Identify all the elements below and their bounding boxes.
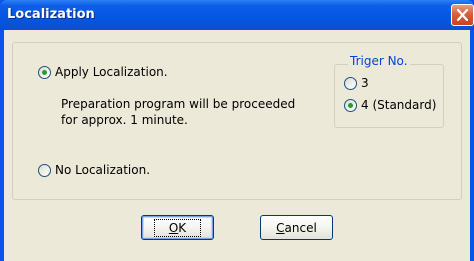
radio-button-icon	[38, 163, 51, 177]
ok-label: K	[178, 220, 187, 235]
trigger-option-label: 3	[361, 76, 369, 90]
trigger-groupbox	[334, 64, 444, 128]
focus-rectangle: OK	[153, 218, 202, 237]
ok-mnemonic: O	[168, 220, 179, 235]
radio-button-icon	[344, 98, 357, 112]
close-icon	[457, 9, 468, 21]
trigger-option-4-radio[interactable]: 4 (Standard)	[344, 98, 436, 112]
cancel-mnemonic: C	[276, 220, 285, 235]
cancel-button[interactable]: Cancel	[260, 215, 333, 240]
trigger-group-title: Triger No.	[348, 54, 410, 68]
ok-button[interactable]: OK	[141, 215, 214, 240]
no-localization-radio[interactable]: No Localization.	[38, 163, 150, 177]
title-bar[interactable]: Localization	[0, 0, 474, 30]
trigger-option-label: 4 (Standard)	[361, 98, 437, 112]
trigger-option-3-radio[interactable]: 3	[344, 76, 369, 90]
apply-localization-label: Apply Localization.	[55, 65, 168, 79]
window-title: Localization	[7, 7, 95, 22]
cancel-label: ancel	[284, 220, 317, 235]
dialog-body: Apply Localization. Preparation program …	[4, 30, 470, 261]
radio-button-icon	[38, 65, 51, 79]
radio-button-icon	[344, 76, 357, 90]
dialog-window: Localization Apply Localization. Prepara…	[0, 0, 474, 261]
description-text: Preparation program will be proceeded fo…	[61, 97, 296, 127]
no-localization-label: No Localization.	[55, 163, 151, 177]
apply-localization-radio[interactable]: Apply Localization.	[38, 65, 168, 79]
close-button[interactable]	[451, 4, 474, 26]
